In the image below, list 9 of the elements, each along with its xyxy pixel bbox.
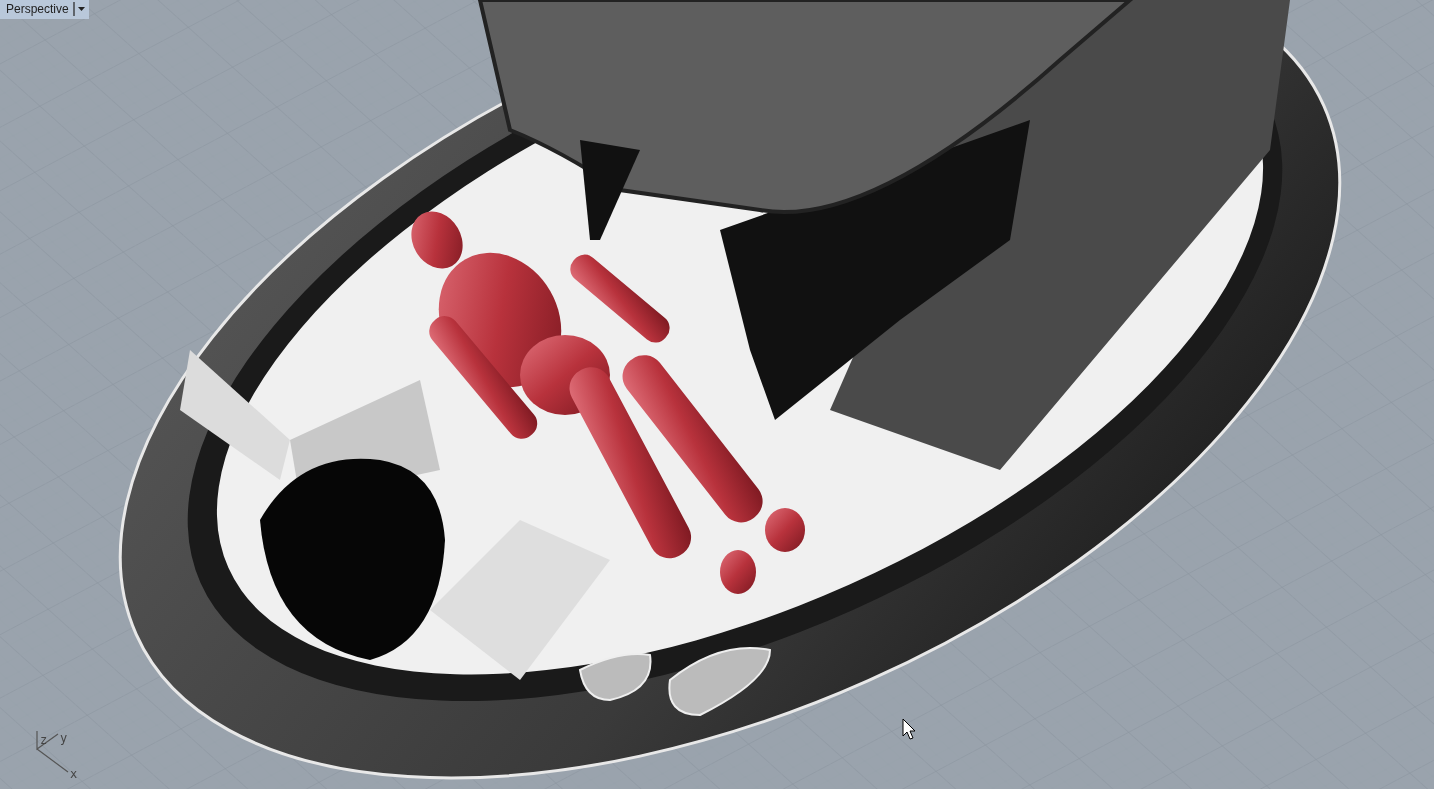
axis-label: z	[40, 733, 48, 747]
caret-icon[interactable]	[72, 1, 87, 17]
axis-label: x	[70, 767, 78, 781]
viewport-title: Perspective	[6, 2, 69, 16]
viewport-title-tab[interactable]: Perspective	[0, 0, 89, 19]
axis-icon	[36, 730, 69, 773]
viewport[interactable]: Perspective z y x	[0, 0, 1434, 789]
cursor-icon	[902, 718, 916, 740]
axis-label: y	[60, 731, 68, 745]
